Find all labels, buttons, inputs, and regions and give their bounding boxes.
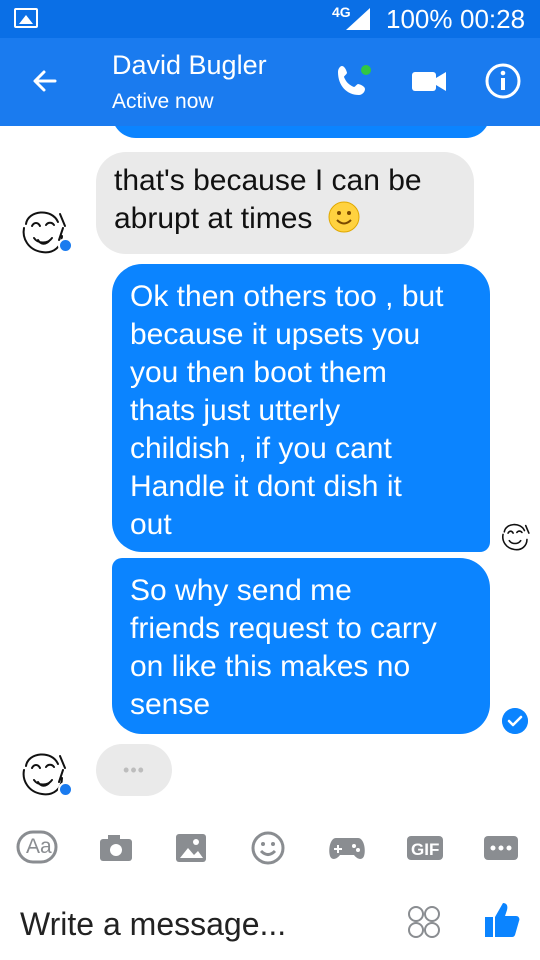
message-input[interactable]: Write a message...: [20, 906, 286, 943]
composer-toolbar: Aa GIF: [0, 810, 540, 888]
message-line: out: [130, 508, 172, 541]
typing-indicator: •••: [96, 744, 172, 796]
phone-icon[interactable]: [332, 60, 374, 102]
video-icon[interactable]: [408, 60, 450, 102]
message-line: on like this makes no: [130, 650, 411, 683]
message-line: Ok then others too , but: [130, 280, 444, 313]
image-icon[interactable]: [172, 828, 216, 868]
message-line: childish , if you cant: [130, 432, 392, 465]
camera-icon[interactable]: [96, 828, 140, 868]
status-bar: 4G 100% 00:28: [0, 0, 540, 38]
back-icon[interactable]: [28, 64, 62, 98]
message-line: thats just utterly: [130, 394, 341, 427]
contact-name[interactable]: David Bugler: [112, 50, 267, 81]
message-line: that's because I can be: [114, 164, 422, 197]
message-line: you then boot them: [130, 356, 387, 389]
smile-emoji-icon: [328, 201, 360, 233]
info-icon[interactable]: [482, 60, 524, 102]
signal-icon: [346, 8, 370, 30]
message-line: abrupt at times: [114, 202, 313, 235]
emoji-icon[interactable]: [248, 828, 292, 868]
messenger-badge-icon: [58, 238, 73, 253]
message-thread[interactable]: that's because I can be abrupt at times …: [0, 126, 540, 810]
gallery-notification-icon: [14, 8, 38, 28]
message-composer[interactable]: Write a message...: [0, 888, 540, 960]
outgoing-message-bubble[interactable]: Ok then others too , but because it upse…: [112, 264, 490, 552]
message-line: because it upsets you: [130, 318, 421, 351]
stickers-icon[interactable]: [406, 904, 442, 940]
battery-level: 100%: [386, 4, 453, 34]
delivered-check-icon: [502, 708, 528, 734]
outgoing-message-bubble[interactable]: So why send me friends request to carry …: [112, 558, 490, 734]
more-icon[interactable]: [480, 828, 524, 868]
game-controller-icon[interactable]: [326, 828, 370, 868]
message-line: So why send me: [130, 574, 352, 607]
previous-message-bubble[interactable]: [112, 126, 490, 138]
text-style-label: Aa: [26, 835, 52, 858]
clock: 00:28: [460, 4, 526, 34]
active-status: Active now: [112, 90, 214, 113]
message-line: friends request to carry: [130, 612, 437, 645]
message-line: sense: [130, 688, 211, 721]
seen-by-avatar: [498, 518, 532, 552]
gif-label: GIF: [411, 840, 440, 859]
messenger-badge-icon: [58, 782, 73, 797]
like-icon[interactable]: [482, 900, 522, 940]
conversation-header: David Bugler Active now: [0, 38, 540, 126]
incoming-message-bubble[interactable]: that's because I can be abrupt at times: [96, 152, 474, 254]
message-line: Handle it dont dish it: [130, 470, 402, 503]
